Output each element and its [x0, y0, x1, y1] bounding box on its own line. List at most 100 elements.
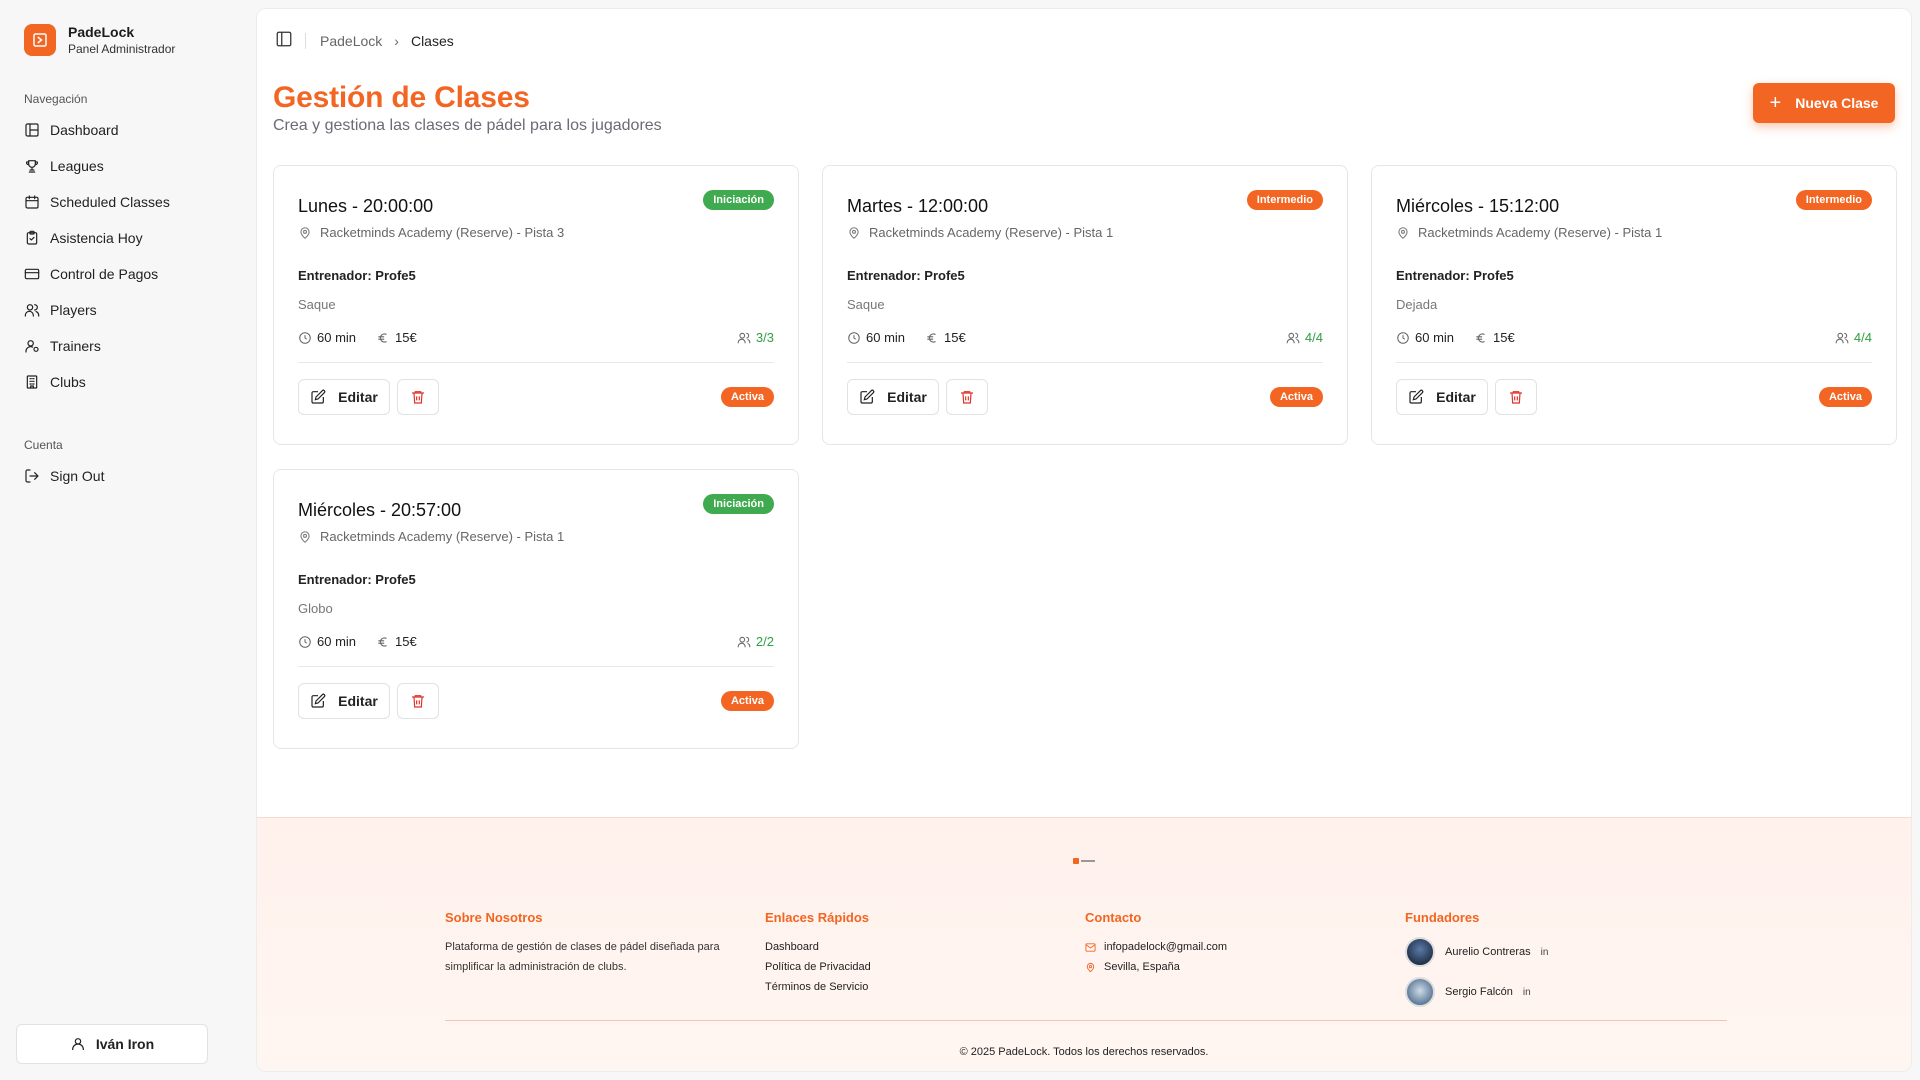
map-pin-icon: [300, 226, 310, 239]
trainer-name: Entrenador: Profe5: [298, 268, 416, 283]
capacity: 3/3: [755, 330, 774, 345]
class-title: Martes - 12:00:00: [847, 196, 989, 216]
footer-about-title: Sobre Nosotros: [445, 910, 543, 925]
user-menu-button[interactable]: Iván Iron: [16, 1024, 208, 1064]
edit-button[interactable]: Editar: [1396, 379, 1488, 415]
class-location: Racketminds Academy (Reserve) - Pista 3: [298, 225, 774, 240]
status-badge: Activa: [1269, 387, 1323, 407]
sidebar-toggle-button[interactable]: [275, 30, 293, 53]
sidebar-item-leagues[interactable]: Leagues: [12, 148, 244, 184]
founder-item[interactable]: Sergio Falcón in: [1405, 977, 1725, 1007]
users-icon: [1835, 332, 1849, 343]
users-icon: [737, 332, 751, 343]
delete-button[interactable]: [397, 379, 439, 415]
sidebar-item-label: Players: [50, 302, 97, 318]
contact-address: Sevilla, España: [1085, 957, 1405, 977]
footer-contact-title: Contacto: [1085, 910, 1142, 925]
sidebar-item-label: Clubs: [50, 374, 86, 390]
calendar-icon: [25, 195, 39, 209]
footer-founders: Fundadores Aurelio Contreras in Sergio F…: [1405, 910, 1725, 1017]
edit-button[interactable]: Editar: [847, 379, 939, 415]
class-topic: Saque: [847, 297, 885, 312]
linkedin-icon[interactable]: in: [1541, 947, 1549, 958]
delete-button[interactable]: [1495, 379, 1537, 415]
edit-label: Editar: [338, 693, 378, 709]
new-class-label: Nueva Clase: [1795, 95, 1879, 111]
address-text: Sevilla, España: [1104, 961, 1180, 973]
account-section-title: Cuenta: [24, 438, 63, 452]
class-meta: 60 min 15€ 2/2: [298, 634, 774, 649]
map-pin-icon: [300, 530, 310, 543]
capacity: 4/4: [1304, 330, 1323, 345]
founder-item[interactable]: Aurelio Contreras in: [1405, 937, 1725, 967]
footer-link-terms[interactable]: Términos de Servicio: [765, 977, 1085, 997]
brand[interactable]: PadeLock Panel Administrador: [12, 20, 244, 60]
edit-label: Editar: [338, 389, 378, 405]
euro-icon: [927, 332, 936, 343]
class-title: Miércoles - 15:12:00: [1396, 196, 1560, 216]
level-badge: Intermedio: [1795, 190, 1872, 210]
linkedin-icon[interactable]: in: [1523, 987, 1531, 998]
duration: 60 min: [1415, 330, 1455, 345]
edit-button[interactable]: Editar: [298, 379, 390, 415]
class-meta: 60 min 15€ 3/3: [298, 330, 774, 345]
main-panel: PadeLock › Clases Gestión de Clases Crea…: [256, 8, 1912, 1072]
sidebar-item-label: Scheduled Classes: [50, 194, 170, 210]
topbar: PadeLock › Clases: [257, 9, 1911, 73]
sidebar-item-trainers[interactable]: Trainers: [12, 328, 244, 364]
clipboard-check-icon: [26, 230, 38, 245]
sidebar-item-control-de-pagos[interactable]: Control de Pagos: [12, 256, 244, 292]
price: 15€: [1493, 330, 1515, 345]
sidebar-item-players[interactable]: Players: [12, 292, 244, 328]
page-header: Gestión de Clases Crea y gestiona las cl…: [257, 73, 1911, 165]
copyright: © 2025 PadeLock. Todos los derechos rese…: [959, 1046, 1209, 1058]
founder-name: Sergio Falcón: [1445, 986, 1513, 998]
footer-links: Enlaces Rápidos Dashboard Política de Pr…: [765, 910, 1085, 1017]
sign-out-label: Sign Out: [50, 468, 105, 484]
footer-about-text: Plataforma de gestión de clases de pádel…: [445, 941, 720, 973]
level-badge: Iniciación: [703, 494, 774, 514]
footer-divider: [445, 1020, 1727, 1021]
plus-icon: +: [1769, 92, 1782, 114]
class-topic: Dejada: [1396, 297, 1438, 312]
class-location: Racketminds Academy (Reserve) - Pista 1: [1396, 225, 1872, 240]
sidebar-item-clubs[interactable]: Clubs: [12, 364, 244, 400]
users-icon: [1286, 332, 1300, 343]
map-pin-icon: [1398, 226, 1408, 239]
footer-founders-title: Fundadores: [1405, 910, 1480, 925]
sidebar-item-dashboard[interactable]: Dashboard: [12, 112, 244, 148]
map-pin-icon: [849, 226, 859, 239]
new-class-button[interactable]: + Nueva Clase: [1753, 83, 1895, 123]
card-divider: [298, 362, 774, 363]
breadcrumb-root[interactable]: PadeLock: [320, 33, 382, 49]
class-card: Miércoles - 20:57:00 Iniciación Racketmi…: [273, 469, 799, 749]
edit-icon: [311, 389, 326, 404]
sign-out-button[interactable]: Sign Out: [12, 458, 244, 494]
location-text: Racketminds Academy (Reserve) - Pista 1: [320, 529, 565, 544]
footer-link-privacy[interactable]: Política de Privacidad: [765, 957, 1085, 977]
footer-contact: Contacto infopadelock@gmail.com Sevilla,…: [1085, 910, 1405, 1017]
contact-email[interactable]: infopadelock@gmail.com: [1085, 937, 1405, 957]
brand-name: PadeLock: [68, 24, 135, 40]
mail-icon: [1085, 942, 1096, 952]
price: 15€: [395, 634, 417, 649]
delete-button[interactable]: [397, 683, 439, 719]
sidebar-item-scheduled-classes[interactable]: Scheduled Classes: [12, 184, 244, 220]
clock-icon: [299, 331, 311, 344]
delete-button[interactable]: [946, 379, 988, 415]
trash-icon: [961, 391, 973, 404]
sidebar-item-label: Asistencia Hoy: [50, 230, 143, 246]
footer-link-dashboard[interactable]: Dashboard: [765, 937, 1085, 957]
edit-button[interactable]: Editar: [298, 683, 390, 719]
trainer-name: Entrenador: Profe5: [1396, 268, 1514, 283]
page-subtitle: Crea y gestiona las clases de pádel para…: [273, 117, 662, 134]
clock-icon: [299, 635, 311, 648]
price: 15€: [944, 330, 966, 345]
footer-links-title: Enlaces Rápidos: [765, 910, 870, 925]
duration: 60 min: [866, 330, 906, 345]
class-title: Miércoles - 20:57:00: [298, 500, 462, 520]
avatar: [1405, 937, 1435, 967]
sidebar-item-asistencia-hoy[interactable]: Asistencia Hoy: [12, 220, 244, 256]
building-icon: [26, 375, 38, 389]
class-grid: Lunes - 20:00:00 Iniciación Racketminds …: [257, 165, 1911, 749]
